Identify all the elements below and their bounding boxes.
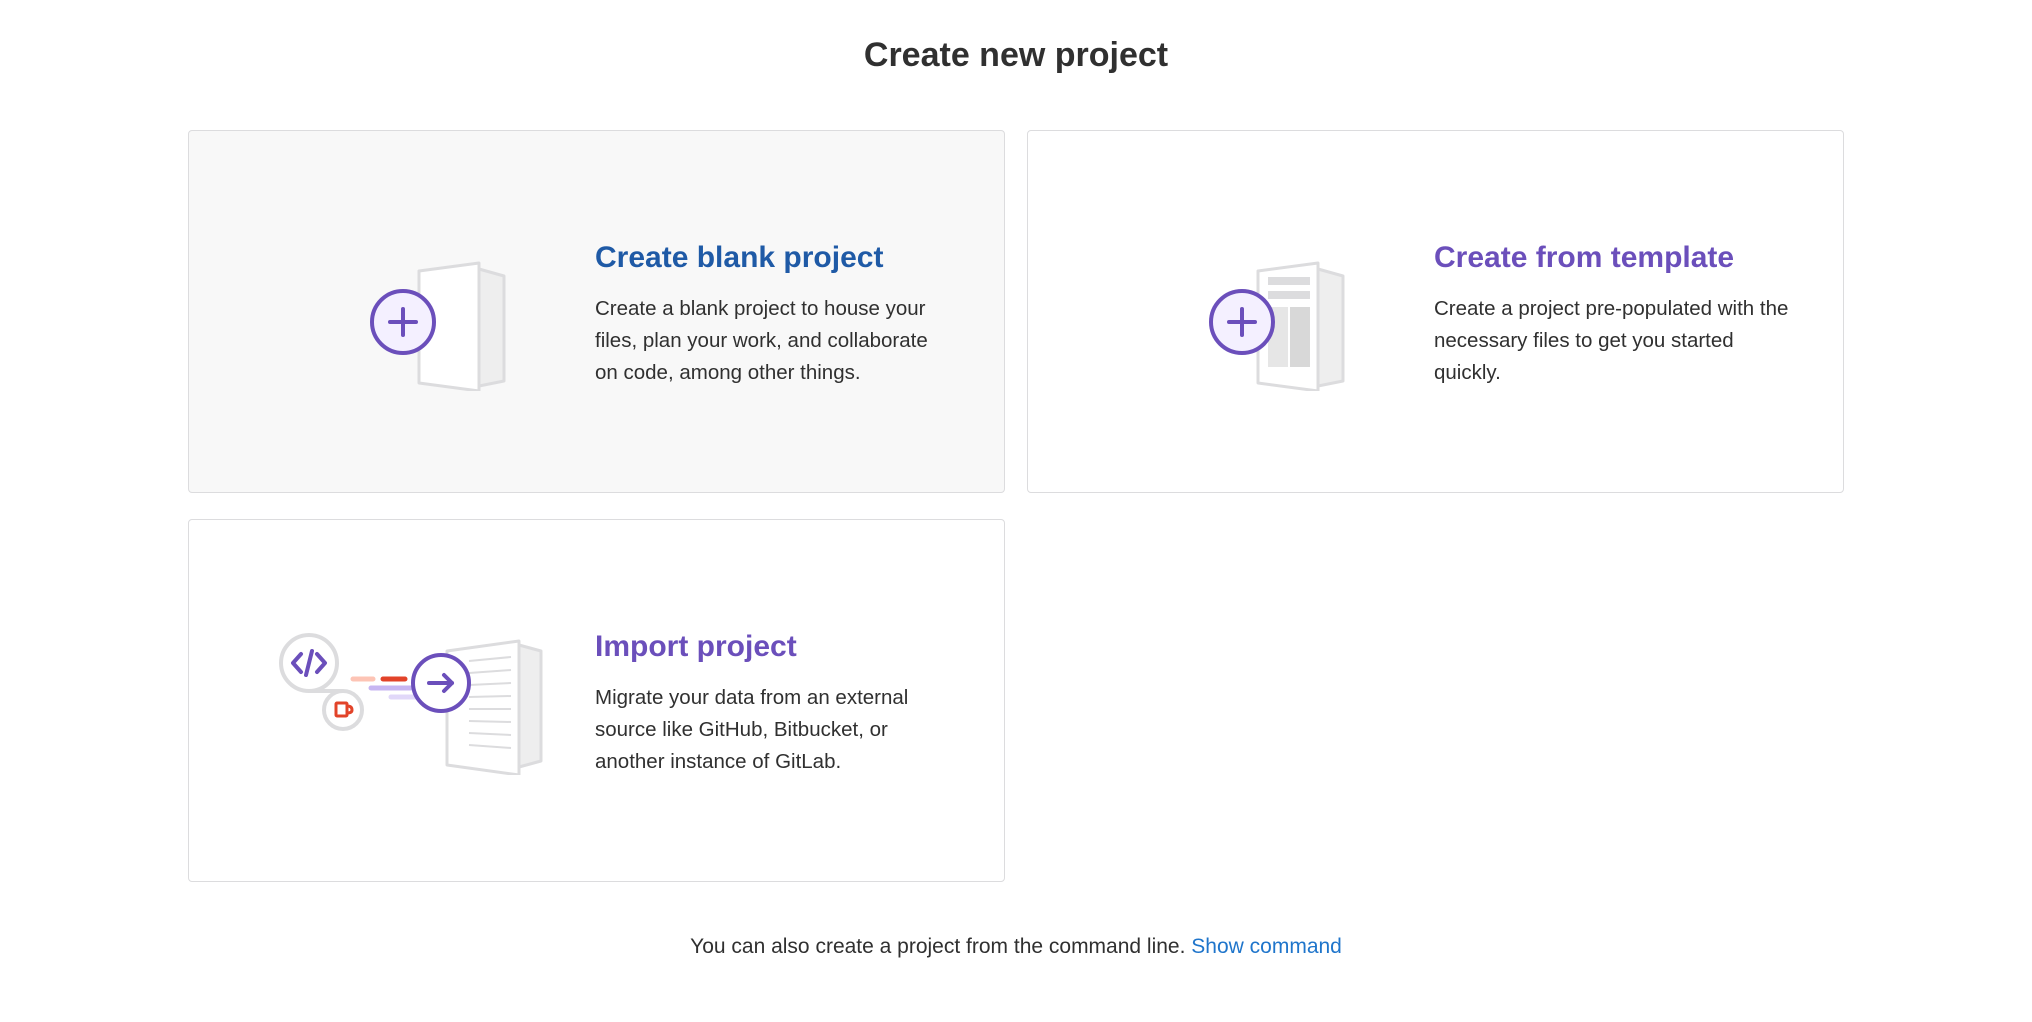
create-blank-project-card[interactable]: Create blank project Create a blank proj… [188,130,1005,493]
create-from-template-title[interactable]: Create from template [1434,241,1734,275]
import-project-description: Migrate your data from an external sourc… [595,686,909,773]
import-project-title[interactable]: Import project [595,630,797,664]
command-line-note-text: You can also create a project from the c… [690,935,1186,958]
create-blank-project-description: Create a blank project to house your fil… [595,297,928,384]
create-from-template-description: Create a project pre-populated with the … [1434,297,1789,384]
show-command-link[interactable]: Show command [1191,935,1342,958]
command-line-note: You can also create a project from the c… [0,935,2032,959]
page-title: Create new project [863,36,1169,74]
blank-project-illustration-icon [279,241,559,391]
import-project-card[interactable]: Import project Migrate your data from an… [188,519,1005,882]
create-blank-project-title[interactable]: Create blank project [595,241,883,275]
import-project-illustration-icon [279,625,559,775]
template-project-illustration-icon [1118,241,1398,391]
create-from-template-card[interactable]: Create from template Create a project pr… [1027,130,1844,493]
